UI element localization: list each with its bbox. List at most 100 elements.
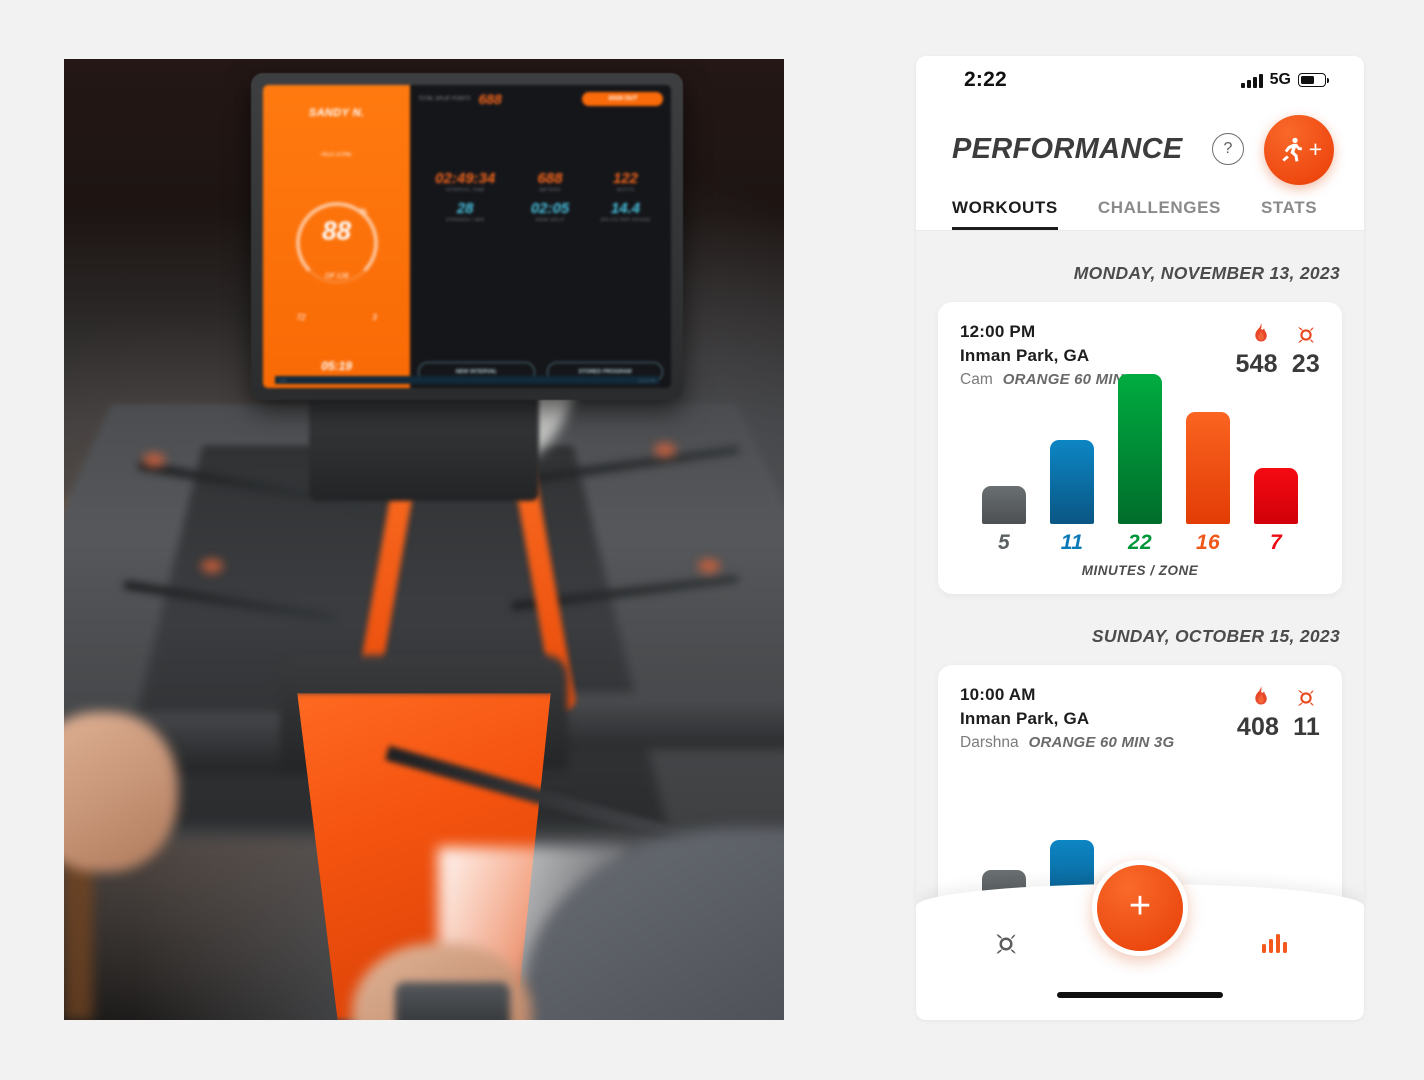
workout-time: 10:00 AM [960,685,1036,704]
chart-caption: MINUTES / ZONE [1081,563,1199,578]
add-button[interactable]: + [1092,860,1188,956]
tablet-mini-stats: 72 3 [263,313,410,322]
tablet-metric: 122 WATTS [588,170,663,192]
tablet-metric: 28 STROKES / MIN [418,200,512,222]
tablet-metric-label: 500M SPLIT [535,217,565,223]
tablet-bpm-unit: % [360,206,368,216]
workout-card-header: 10:00 AM Inman Park, GA Darshna ORANGE 6… [960,685,1320,752]
workout-stat-icons [1237,685,1320,711]
sled-handle [395,981,511,1020]
tablet-bpm-max: OF 128 [325,273,349,281]
tablet-metric-value: 688 [537,170,563,188]
app-bar-actions: ? + [1212,113,1334,185]
home-indicator [1057,992,1223,998]
workout-location: Inman Park, GA [960,346,1090,365]
bar-chart-icon [1262,934,1287,953]
nav-item-performance[interactable] [990,928,1022,965]
tablet-member-name: SANDY N. [308,106,365,119]
tablet-mount-arm [308,385,540,502]
tablet-metric-value: 02:49:34 [435,170,496,188]
chart-zone-red: 7 [1254,468,1298,555]
battery-icon [1298,73,1329,87]
page-title: PERFORMANCE [952,132,1183,165]
splat-points-icon [1298,327,1314,343]
tablet-status-bar: OTF 12:22 PM [275,376,660,385]
network-type-label: 5G [1269,71,1291,88]
workout-card[interactable]: 12:00 PM Inman Park, GA Cam ORANGE 60 MI… [938,302,1342,594]
workout-stat-icons [1235,322,1320,348]
treadmill-photo: SANDY N. RED ZONE 88 % OF 128 72 3 05:19… [64,59,784,1020]
plus-icon: + [1128,885,1152,927]
tablet-calories-mini: 72 [296,312,306,322]
chart-zone-green: 22 [1118,374,1162,555]
tablet-metric: 02:49:34 INTERVAL TIME [418,170,512,192]
tablet-bpm-value: 88 [322,215,352,246]
treadmill-tablet-console: SANDY N. RED ZONE 88 % OF 128 72 3 05:19… [251,73,684,401]
tablet-metric-label: WATTS [616,187,635,193]
tablet-metric-grid: 02:49:34 INTERVAL TIME 688 METERS 122 WA… [418,170,663,222]
floor-marker [200,558,223,573]
running-person-icon [1282,137,1302,162]
tablet-screen: SANDY N. RED ZONE 88 % OF 128 72 3 05:19… [263,85,672,389]
zone-value: 22 [1128,531,1152,554]
zone-bar [982,486,1026,524]
splat-points-value: 11 [1293,713,1320,741]
splat-points-icon [996,934,1016,954]
screenshot-canvas: SANDY N. RED ZONE 88 % OF 128 72 3 05:19… [0,0,1424,1080]
tablet-top-row: TOTAL SPLAT POINTS 688 SIGN OUT [418,91,664,108]
tablet-metric-value: 28 [456,200,474,218]
add-workout-button[interactable]: + [1264,115,1334,185]
workout-coach: Darshna [960,734,1019,751]
workout-coach: Cam [960,371,993,388]
tablet-splat-mini: 3 [372,312,377,322]
tablet-metric-label: SPLITS PER ROUND [600,217,651,223]
tablet-metric-value: 122 [612,170,638,188]
tablet-metric: 14.4 SPLITS PER ROUND [588,200,663,222]
plus-icon: + [1308,135,1323,162]
zone-value: 5 [998,531,1010,554]
workout-stat-values: 408 11 [1237,713,1320,742]
chart-zone-gray: 5 [982,486,1026,555]
workout-location: Inman Park, GA [960,709,1090,728]
cellular-signal-icon [1241,73,1263,88]
tab-workouts[interactable]: WORKOUTS [952,198,1058,230]
tablet-metric-label: INTERVAL TIME [445,187,485,193]
flame-icon [1255,323,1267,342]
tablet-metric: 688 METERS [512,170,587,192]
splat-points-icon [1298,690,1314,706]
nav-item-stats[interactable] [1260,931,1290,962]
tablet-metrics-panel: TOTAL SPLAT POINTS 688 SIGN OUT 02:49:34… [410,85,671,388]
tablet-status-left: OTF [279,377,288,383]
tab-challenges[interactable]: CHALLENGES [1098,198,1221,230]
workout-class: ORANGE 60 MIN 3G [1028,734,1175,751]
date-header: MONDAY, NOVEMBER 13, 2023 [1073,263,1340,283]
status-indicators: 5G [1241,71,1329,89]
tablet-heart-rate-panel: SANDY N. RED ZONE 88 % OF 128 72 3 05:19 [263,85,411,389]
zone-value: 7 [1270,531,1282,554]
workout-card-info: 10:00 AM Inman Park, GA Darshna ORANGE 6… [960,685,1174,752]
workout-stat-values: 548 23 [1235,350,1320,379]
tablet-metric: 02:05 500M SPLIT [512,200,587,222]
workout-stats: 408 11 [1237,685,1320,742]
zone-bar [1254,468,1298,524]
workout-meta: Darshna ORANGE 60 MIN 3G [960,734,1174,752]
workout-time: 12:00 PM [960,322,1036,341]
floor-marker [697,558,720,573]
tablet-sign-out-button: SIGN OUT [582,92,664,107]
tablet-metric-label: METERS [539,187,561,193]
chart-zone-blue: 11 [1050,440,1094,555]
phone-screen: 2:22 5G PERFORMANCE ? + WORKOUTS CHALLEN… [916,56,1364,1020]
tablet-total-value: 688 [478,91,502,108]
zone-bar [1050,440,1094,524]
tablet-elapsed-time: 05:19 [321,359,352,374]
help-glyph: ? [1223,140,1233,157]
tab-stats[interactable]: STATS [1261,198,1317,230]
flame-icon [1255,686,1267,705]
status-bar: 2:22 5G [916,56,1364,104]
status-clock: 2:22 [964,68,1007,91]
zone-value: 11 [1060,531,1084,554]
date-header: SUNDAY, OCTOBER 15, 2023 [1091,626,1340,646]
help-icon[interactable]: ? [1212,133,1244,165]
app-bar: PERFORMANCE ? + [916,104,1364,188]
tablet-total-label: TOTAL SPLAT POINTS [418,96,471,103]
